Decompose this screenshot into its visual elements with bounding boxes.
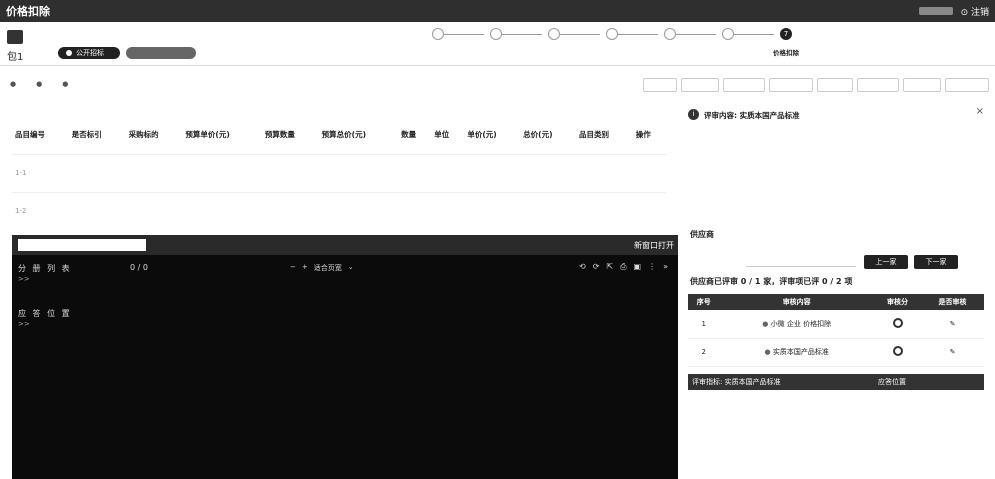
response-position-label: 应答位置 — [878, 378, 906, 386]
viewer-topstrip: 新窗口打开 — [12, 235, 678, 255]
document-viewer: 新窗口打开 分 册 列 表 0 / 0 − + 适合页宽 ⌄ ⟲ ⟳ ⇱ ⎙ ▣… — [12, 235, 678, 479]
step-3[interactable] — [526, 24, 582, 47]
package-label: 包1 — [7, 52, 24, 63]
review-items-table: 序号 审核内容 审核分 是否审核 1 小微 企业 价格扣除 ✎ 2 实质本国产品… — [688, 294, 984, 367]
status-legend — [10, 80, 68, 88]
col-unit-price: 单价(元) — [467, 130, 497, 140]
user-name — [918, 7, 953, 15]
row-action[interactable] — [632, 153, 666, 192]
col-qty: 数量 — [401, 130, 417, 140]
col-reviewed: 是否审核 — [921, 294, 984, 310]
toolbar-button-8[interactable] — [945, 78, 989, 92]
rotate-right-icon[interactable]: ⟳ — [593, 262, 600, 272]
export-icon[interactable]: ⇱ — [606, 262, 613, 272]
status-pill-bidding: 公开招标 — [58, 47, 120, 59]
supplier-select[interactable] — [746, 255, 856, 267]
title-bar: 价格扣除 ⊙ 注销 — [0, 0, 995, 22]
legend-item-1 — [10, 80, 16, 88]
zoom-select[interactable]: 适合页宽 — [314, 263, 342, 273]
open-new-window-link[interactable]: 新窗口打开 — [634, 240, 674, 251]
package-header: 包1 公开招标 7 价格扣除 — [0, 22, 995, 66]
status-pill-secondary — [126, 47, 196, 59]
zoom-controls: − + 适合页宽 ⌄ — [290, 263, 354, 273]
legend-item-3 — [62, 80, 68, 88]
table-row[interactable]: 1 小微 企业 价格扣除 ✎ — [688, 310, 984, 339]
prompt-line: >> — [18, 320, 30, 328]
edit-icon[interactable]: ✎ — [921, 338, 984, 367]
criteria-header: 评审指标: 实质本国产品标准 应答位置 — [688, 374, 984, 390]
step-5[interactable] — [642, 24, 698, 47]
review-panel: i 评审内容: 实质本国产品标准 × 供应商 上一家 下一家 供应商已评审 0 … — [688, 104, 988, 474]
toolbar-button-3[interactable] — [723, 78, 765, 92]
more-icon[interactable]: ⋮ — [648, 262, 656, 272]
toolbar — [0, 76, 995, 96]
review-title: 评审内容: 实质本国产品标准 — [704, 111, 800, 120]
rotate-left-icon[interactable]: ⟲ — [579, 262, 586, 272]
col-subject: 采购标的 — [128, 130, 159, 140]
legend-item-2 — [36, 80, 42, 88]
col-score: 审核分 — [873, 294, 922, 310]
supplier-label: 供应商 — [690, 230, 714, 239]
col-index: 序号 — [688, 294, 720, 310]
info-icon: i — [688, 109, 699, 120]
viewer-search-input[interactable] — [18, 239, 146, 251]
toolbar-button-6[interactable] — [857, 78, 899, 92]
col-actions: 操作 — [635, 130, 651, 140]
toolbar-button-1[interactable] — [643, 78, 677, 92]
col-category: 品目类别 — [578, 130, 609, 140]
package-icon — [7, 30, 23, 44]
row-action[interactable] — [632, 191, 666, 230]
col-unit: 单位 — [434, 130, 450, 140]
volume-list-title: 分 册 列 表 — [18, 264, 72, 273]
criteria-label: 评审指标: 实质本国产品标准 — [692, 378, 781, 386]
toolbar-button-7[interactable] — [903, 78, 941, 92]
step-7-current[interactable]: 7 价格扣除 — [758, 24, 814, 57]
table-row[interactable]: 2 实质本国产品标准 ✎ — [688, 338, 984, 367]
items-table: 品目编号 是否标引 采购标的 预算单价(元) 预算数量 预算总价(元) 数量 单… — [12, 116, 666, 230]
toolbar-button-2[interactable] — [681, 78, 719, 92]
col-budget-qty: 预算数量 — [264, 130, 295, 140]
logout-link[interactable]: ⊙ 注销 — [961, 5, 989, 18]
col-item-no: 品目编号 — [15, 130, 45, 140]
app-title: 价格扣除 — [6, 5, 50, 18]
close-icon[interactable]: × — [976, 106, 984, 117]
chevron-down-icon[interactable]: ⌄ — [348, 263, 354, 273]
toolbar-button-5[interactable] — [817, 78, 853, 92]
step-1[interactable] — [410, 24, 466, 47]
prev-supplier-button[interactable]: 上一家 — [864, 255, 908, 269]
zoom-out-button[interactable]: − — [290, 263, 296, 273]
zoom-in-button[interactable]: + — [302, 263, 308, 273]
step-6[interactable] — [700, 24, 756, 47]
print-icon[interactable]: ⎙ — [620, 262, 626, 272]
toolbar-button-4[interactable] — [769, 78, 813, 92]
step-2[interactable] — [468, 24, 524, 47]
col-content: 审核内容 — [719, 294, 874, 310]
table-row: 1-1 — [12, 153, 666, 192]
status-ring-icon — [892, 317, 903, 328]
page-counter: 0 / 0 — [130, 263, 148, 272]
table-row: 1-2 — [12, 191, 666, 230]
save-icon[interactable]: ▣ — [634, 262, 642, 272]
prompt-line: >> — [18, 275, 30, 283]
expand-icon[interactable]: » — [663, 262, 668, 272]
col-indexed: 是否标引 — [71, 130, 102, 140]
col-total-price: 总价(元) — [523, 130, 553, 140]
viewer-toolbar-icons: ⟲ ⟳ ⇱ ⎙ ▣ ⋮ » — [579, 262, 668, 272]
col-budget-unit-price: 预算单价(元) — [185, 130, 230, 140]
table-header-row: 品目编号 是否标引 采购标的 预算单价(元) 预算数量 预算总价(元) 数量 单… — [12, 116, 666, 154]
progress-steps: 7 价格扣除 — [410, 24, 815, 62]
user-area: ⊙ 注销 — [918, 5, 989, 18]
edit-icon[interactable]: ✎ — [921, 310, 984, 339]
col-budget-total: 预算总价(元) — [321, 130, 367, 140]
status-ring-icon — [892, 346, 903, 356]
step-4[interactable] — [584, 24, 640, 47]
next-supplier-button[interactable]: 下一家 — [914, 255, 958, 269]
review-progress: 供应商已评审 0 / 1 家，评审项已评 0 / 2 项 — [690, 277, 853, 286]
toolbar-buttons — [643, 78, 989, 92]
review-body — [704, 124, 976, 232]
response-location-title: 应 答 位 置 — [18, 309, 72, 318]
